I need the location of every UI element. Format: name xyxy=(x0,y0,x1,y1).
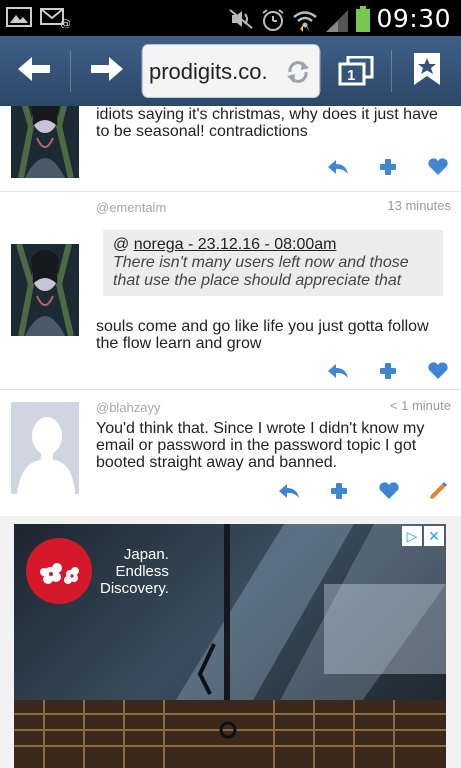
status-bar: @ 09:30 xyxy=(0,0,461,36)
reply-icon[interactable] xyxy=(278,482,300,500)
tabs-button[interactable]: 1 xyxy=(321,36,391,106)
quote-header: @ norega - 23.12.16 - 08:00am xyxy=(113,236,433,254)
ad-logo: Japan. Endless Discovery. xyxy=(26,538,169,604)
edit-pencil-icon[interactable] xyxy=(428,482,450,500)
avatar xyxy=(11,244,79,336)
post-time: 13 minutes xyxy=(387,198,451,213)
tabs-icon: 1 xyxy=(338,56,374,86)
browser-toolbar: prodigits.co. 1 xyxy=(0,36,461,106)
quote-text: There isn't many users left now and thos… xyxy=(113,254,409,289)
wifi-icon xyxy=(292,8,318,32)
cherry-blossom-icon xyxy=(26,538,92,604)
ad-image[interactable]: Japan. Endless Discovery. ▷ ✕ xyxy=(14,524,446,768)
mail-at-icon: @ xyxy=(40,6,71,30)
alarm-icon xyxy=(260,8,286,31)
back-arrow-icon xyxy=(18,55,52,88)
page-content: idiots saying it's christmas, why does i… xyxy=(0,106,461,768)
post-text: souls come and go like life you just got… xyxy=(96,318,429,352)
adchoices-icon[interactable]: ▷ xyxy=(402,526,422,546)
quote-source-link[interactable]: norega - 23.12.16 - 08:00am xyxy=(134,236,337,253)
post-quote: @ norega - 23.12.16 - 08:00am There isn'… xyxy=(103,230,443,296)
status-clock: 09:30 xyxy=(376,4,451,33)
post-text: idiots saying it's christmas, why does i… xyxy=(96,106,438,140)
plus-icon[interactable] xyxy=(377,362,399,380)
bookmark-icon xyxy=(412,51,442,92)
reply-icon[interactable] xyxy=(327,158,349,176)
image-icon xyxy=(6,6,32,28)
post-username[interactable]: @blahzayy xyxy=(96,400,161,415)
signal-icon xyxy=(324,8,350,32)
post-actions xyxy=(327,362,449,380)
ad-title-line: Endless xyxy=(115,562,169,580)
battery-icon xyxy=(356,5,371,32)
url-text: prodigits.co. xyxy=(149,59,268,84)
post-actions xyxy=(327,158,449,176)
tab-count: 1 xyxy=(347,67,356,84)
forum-post: @blahzayy < 1 minute You'd think that. S… xyxy=(0,390,461,510)
forward-arrow-icon xyxy=(89,55,123,88)
forward-button[interactable] xyxy=(71,36,141,106)
ad-title-line: Japan. xyxy=(123,545,169,563)
plus-icon[interactable] xyxy=(377,158,399,176)
url-bar[interactable]: prodigits.co. xyxy=(142,44,320,98)
svg-text:@: @ xyxy=(60,17,70,28)
forum-post: idiots saying it's christmas, why does i… xyxy=(0,106,461,192)
forum-post: @ementalm 13 minutes @ norega - 23.12.16… xyxy=(0,192,461,390)
ad-close-icon[interactable]: ✕ xyxy=(424,526,444,546)
mute-icon xyxy=(228,8,254,30)
heart-icon[interactable] xyxy=(378,482,400,500)
ad-title-line: Discovery. xyxy=(100,579,169,597)
bookmark-button[interactable] xyxy=(392,36,461,106)
avatar xyxy=(11,106,79,178)
avatar xyxy=(11,402,79,494)
post-username[interactable]: @ementalm xyxy=(96,200,166,215)
post-text: You'd think that. Since I wrote I didn't… xyxy=(96,420,425,471)
advertisement[interactable]: Japan. Endless Discovery. ▷ ✕ xyxy=(0,516,461,768)
post-actions xyxy=(278,482,450,500)
quote-prefix: @ xyxy=(113,236,134,253)
heart-icon[interactable] xyxy=(427,158,449,176)
back-button[interactable] xyxy=(0,36,70,106)
reply-icon[interactable] xyxy=(327,362,349,380)
ad-title: Japan. Endless Discovery. xyxy=(100,546,169,597)
ad-choices-badge: ▷ ✕ xyxy=(402,526,444,546)
heart-icon[interactable] xyxy=(427,362,449,380)
post-time: < 1 minute xyxy=(389,398,451,413)
reload-icon[interactable] xyxy=(283,57,313,87)
plus-icon[interactable] xyxy=(328,482,350,500)
